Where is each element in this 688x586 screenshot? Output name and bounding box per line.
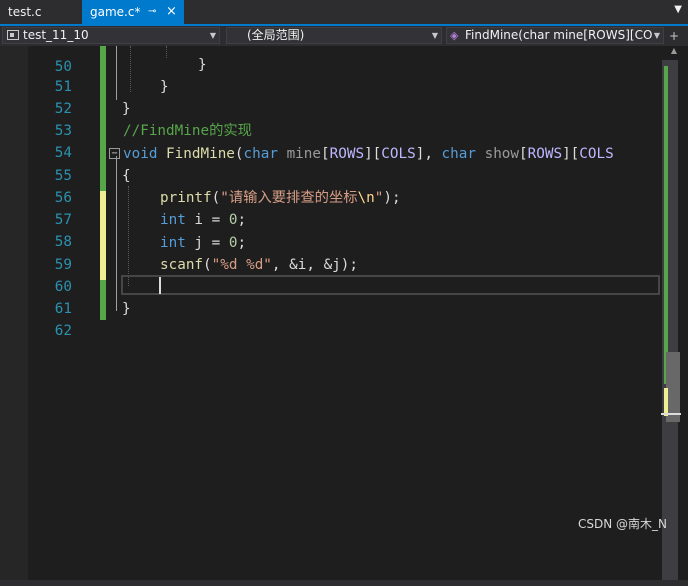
code-line: 56 {: [54, 168, 131, 206]
code-line: 61: [54, 301, 72, 317]
tab-game-c[interactable]: game.c* ⊸ ×: [82, 0, 184, 24]
code-line: 53 }: [54, 101, 131, 139]
scrollbar-caret-position-marker: [661, 413, 681, 415]
code-line: 54 //FindMine的实现: [0, 120, 660, 161]
scrollbar-thumb[interactable]: [666, 352, 680, 422]
printf-statement: printf("请输入要排查的坐标\n");: [160, 190, 401, 206]
code-line: 51 }: [54, 57, 207, 95]
tab-label: test.c: [8, 5, 42, 19]
document-tab-strip: test.c game.c* ⊸ × ▼: [0, 0, 688, 24]
split-window-button[interactable]: +: [667, 29, 681, 43]
watermark: CSDN @南木_N: [578, 517, 668, 531]
code-line: 58 int i = 0;: [0, 209, 660, 250]
code-line: 50: [54, 59, 72, 75]
code-line: 57 printf("请输入要排查的坐标\n");: [0, 187, 660, 228]
status-bar: [0, 580, 688, 586]
code-line: 55 − void FindMine(char mine[ROWS][COLS]…: [0, 143, 660, 184]
code-editor[interactable]: 50 51 } 52 } 53 } 54 //FindMine的实现 55 − …: [0, 46, 688, 586]
code-comment: //FindMine的实现: [123, 123, 252, 139]
declaration-j: int j = 0;: [160, 235, 247, 251]
scanf-statement: scanf("%d %d", &i, &j);: [160, 257, 358, 273]
scrollbar-change-marks-saved: [664, 66, 668, 384]
declaration-i: int i = 0;: [160, 212, 247, 228]
tab-test-c[interactable]: test.c: [0, 0, 82, 24]
tab-label: game.c*: [90, 5, 141, 19]
close-icon[interactable]: ×: [166, 0, 177, 24]
code-line: 52 }: [54, 79, 169, 117]
code-line: 59 int j = 0;: [0, 232, 660, 273]
tab-overflow-dropdown-icon[interactable]: ▼: [674, 4, 682, 15]
scrollbar-change-marks-unsaved: [664, 388, 668, 416]
pin-icon[interactable]: ⊸: [148, 0, 156, 24]
code-line: 60 scanf("%d %d", &i, &j);: [0, 254, 660, 295]
code-line: 62 }: [54, 301, 131, 339]
function-signature: void FindMine(char mine[ROWS][COLS], cha…: [123, 146, 614, 162]
collapse-toggle-icon[interactable]: −: [109, 148, 120, 159]
scroll-up-arrow-icon[interactable]: ▲: [668, 46, 680, 60]
